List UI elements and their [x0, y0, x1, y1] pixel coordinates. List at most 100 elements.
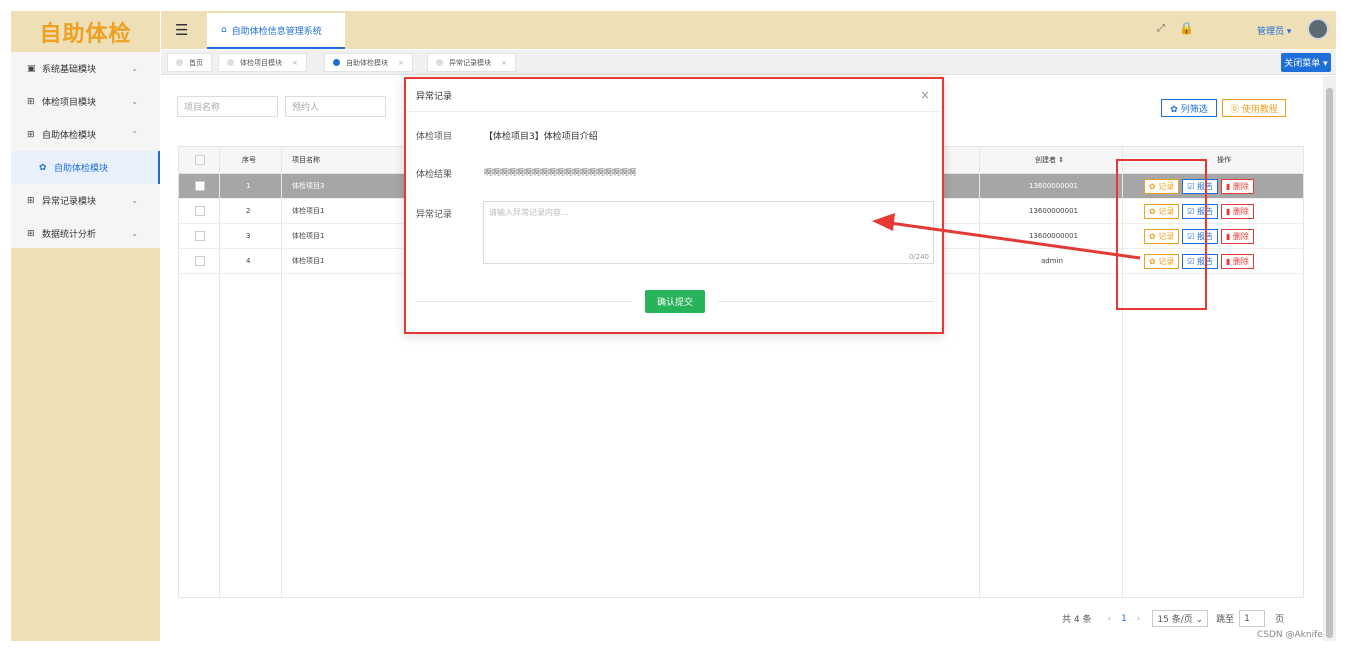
report-button[interactable]: ☑ 报告: [1182, 228, 1218, 244]
header-actions: 操作: [1217, 156, 1231, 164]
project-label: 体检项目: [416, 132, 453, 142]
sidebar-item-label: 系统基础模块: [42, 65, 97, 75]
row-creator: 13600000001: [1029, 207, 1078, 215]
sidebar-menu: ▣ 系统基础模块 ⌄ ⊞ 体检项目模块 ⌄ ⊞ 自助体检模块 ⌃ ✿ 自助体检模…: [11, 52, 160, 248]
row-actions: ✿ 记录 ☑ 报告 ▮ 删除: [1144, 199, 1257, 223]
row-name: 体检项目1: [292, 257, 325, 265]
gear-icon: ✿: [39, 162, 47, 173]
column-filter-button[interactable]: ✿ 列筛选: [1161, 99, 1217, 117]
sidebar-item-statistics[interactable]: ⊞ 数据统计分析 ⌄: [11, 217, 160, 250]
delete-button[interactable]: ▮ 删除: [1220, 178, 1254, 194]
delete-button[interactable]: ▮ 删除: [1220, 253, 1254, 269]
current-page[interactable]: 1: [1121, 614, 1127, 624]
row-index: 3: [246, 232, 251, 240]
prev-page-button[interactable]: ‹: [1107, 614, 1111, 624]
tab-label: 异常记录模块: [449, 58, 491, 67]
close-icon[interactable]: ×: [292, 59, 298, 67]
record-button[interactable]: ✿ 记录: [1144, 203, 1180, 219]
char-counter: 0/240: [908, 253, 929, 261]
tab-dot: [436, 59, 443, 66]
scrollbar-thumb[interactable]: [1326, 88, 1333, 638]
header-index: 序号: [242, 156, 256, 164]
report-button[interactable]: ☑ 报告: [1182, 253, 1218, 269]
sidebar-item-label: 自助体检模块: [42, 131, 97, 141]
close-icon[interactable]: ×: [920, 88, 930, 102]
page-suffix: 页: [1275, 615, 1285, 625]
row-creator: 13600000001: [1029, 182, 1078, 190]
hamburger-icon[interactable]: ☰: [175, 21, 188, 39]
pagination: 共 4 条 ‹ 1 › 15 条/页 ⌄ 跳至 1 页: [1062, 610, 1284, 627]
sidebar-item-system[interactable]: ▣ 系统基础模块 ⌄: [11, 52, 160, 85]
tab-dot: [333, 59, 340, 66]
chevron-down-icon: ⌄: [131, 64, 138, 73]
record-button[interactable]: ✿ 记录: [1144, 228, 1180, 244]
tab-self-exam[interactable]: 自助体检模块 ×: [324, 53, 413, 72]
abnormal-record-dialog: 异常记录 × 体检项目 【体检项目3】体检项目介绍 体检结果 啊啊啊啊啊啊啊啊啊…: [404, 77, 944, 334]
row-creator: 13600000001: [1029, 232, 1078, 240]
select-all-checkbox[interactable]: [195, 147, 205, 173]
delete-button[interactable]: ▮ 删除: [1220, 228, 1254, 244]
avatar[interactable]: [1307, 18, 1329, 40]
project-name-input[interactable]: 项目名称: [177, 96, 278, 117]
column-divider: [1122, 147, 1123, 597]
record-button[interactable]: ✿ 记录: [1144, 253, 1180, 269]
grid-icon: ⊞: [27, 96, 35, 107]
goto-label: 跳至: [1216, 615, 1235, 625]
fullscreen-icon[interactable]: ⤢: [1157, 23, 1165, 34]
tab-abnormal-records[interactable]: 异常记录模块 ×: [427, 53, 516, 72]
column-divider: [281, 147, 282, 597]
sidebar-item-abnormal-records[interactable]: ⊞ 异常记录模块 ⌄: [11, 184, 160, 217]
row-name: 体检项目3: [292, 182, 325, 190]
abnormal-record-textarea[interactable]: 请输入异常记录内容... 0/240: [483, 201, 934, 264]
sidebar-item-exam-projects[interactable]: ⊞ 体检项目模块 ⌄: [11, 85, 160, 118]
confirm-submit-button[interactable]: 确认提交: [645, 290, 705, 313]
row-checkbox[interactable]: [195, 224, 205, 248]
logo-box: 自助体检: [11, 11, 160, 52]
row-creator: admin: [1041, 257, 1063, 265]
goto-page-input[interactable]: 1: [1239, 610, 1266, 627]
row-checkbox[interactable]: [195, 199, 205, 223]
user-menu[interactable]: 管理员 ▾: [1257, 24, 1291, 37]
sidebar-item-label: 自助体检模块: [54, 164, 109, 174]
row-index: 2: [246, 207, 251, 215]
delete-button[interactable]: ▮ 删除: [1220, 203, 1254, 219]
row-checkbox[interactable]: [195, 249, 205, 273]
report-button[interactable]: ☑ 报告: [1182, 178, 1218, 194]
row-checkbox[interactable]: [195, 174, 205, 198]
divider: [718, 301, 934, 302]
header-name: 项目名称: [292, 156, 320, 164]
tab-label: 自助体检模块: [346, 58, 388, 67]
next-page-button[interactable]: ›: [1137, 614, 1141, 624]
tab-dot: [227, 59, 234, 66]
header-creator[interactable]: 创建者 ⇕: [1035, 147, 1064, 173]
top-bar: ☰ ⌂ 自助体检信息管理系统 ⤢ 🔒 管理员 ▾: [161, 11, 1336, 49]
tab-exam-projects[interactable]: 体检项目模块 ×: [218, 53, 307, 72]
watermark: CSDN @Aknife: [1257, 630, 1323, 640]
system-title-tab[interactable]: ⌂ 自助体检信息管理系统: [207, 13, 345, 49]
tutorial-button[interactable]: ⓪ 使用教程: [1222, 99, 1286, 117]
divider: [416, 301, 632, 302]
record-button[interactable]: ✿ 记录: [1144, 178, 1180, 194]
pagination-total: 共 4 条: [1062, 615, 1092, 625]
lock-icon[interactable]: 🔒: [1179, 21, 1194, 35]
close-icon[interactable]: ×: [398, 59, 404, 67]
close-icon[interactable]: ×: [501, 59, 507, 67]
grid-icon: ⊞: [27, 228, 35, 239]
tab-dot: [176, 59, 183, 66]
booker-input[interactable]: 预约人: [285, 96, 386, 117]
row-actions: ✿ 记录 ☑ 报告 ▮ 删除: [1144, 224, 1257, 248]
column-divider: [979, 147, 980, 597]
close-menu-button[interactable]: 关闭菜单 ▾: [1281, 53, 1331, 72]
report-button[interactable]: ☑ 报告: [1182, 203, 1218, 219]
column-divider: [219, 147, 220, 597]
app-root: 自助体检 ▣ 系统基础模块 ⌄ ⊞ 体检项目模块 ⌄ ⊞ 自助体检模块 ⌃ ✿ …: [0, 0, 1348, 652]
sidebar-item-self-exam[interactable]: ⊞ 自助体检模块 ⌃: [11, 118, 160, 151]
sidebar: 自助体检 ▣ 系统基础模块 ⌄ ⊞ 体检项目模块 ⌄ ⊞ 自助体检模块 ⌃ ✿ …: [11, 11, 160, 641]
tab-home[interactable]: 首页: [167, 53, 212, 72]
dialog-header: 异常记录 ×: [406, 79, 942, 112]
page-size-select[interactable]: 15 条/页 ⌄: [1152, 610, 1209, 627]
system-title: 自助体检信息管理系统: [231, 26, 322, 37]
sidebar-subitem-self-exam[interactable]: ✿ 自助体检模块: [11, 151, 160, 184]
result-label: 体检结果: [416, 170, 453, 180]
row-index: 1: [246, 182, 251, 190]
